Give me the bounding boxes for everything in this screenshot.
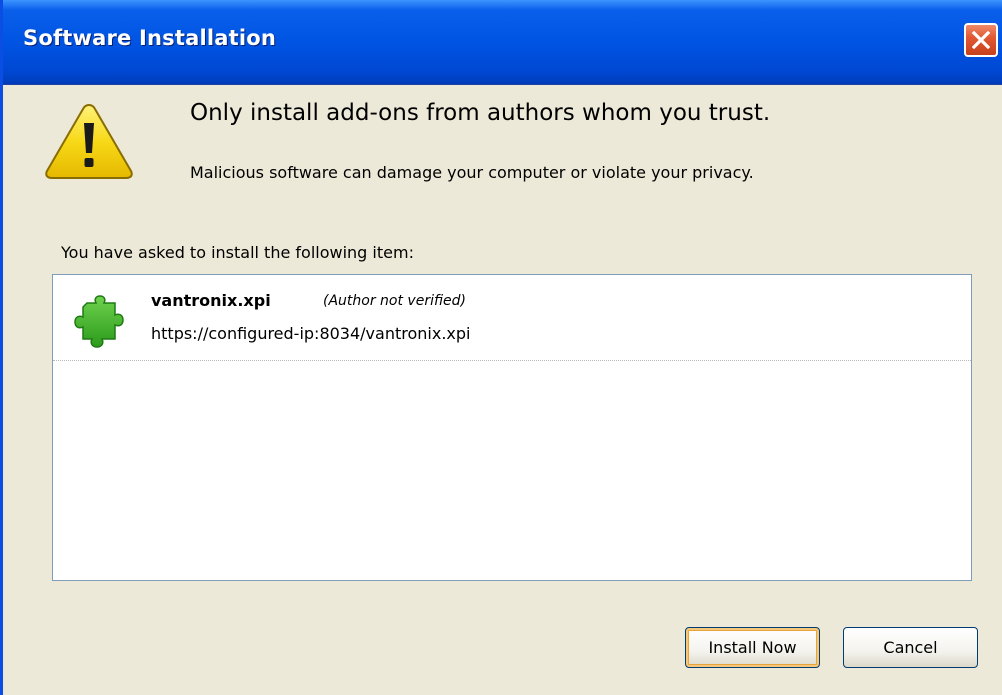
title-bar[interactable]: Software Installation — [3, 0, 1002, 85]
warning-heading: Only install add-ons from authors whom y… — [190, 100, 771, 126]
install-list-caption: You have asked to install the following … — [61, 243, 414, 262]
list-item[interactable]: vantronix.xpi (Author not verified) http… — [53, 275, 971, 361]
item-url: https://configured-ip:8034/vantronix.xpi — [151, 324, 471, 343]
software-installation-dialog: Software Installation Only install add-o… — [0, 0, 1002, 695]
cancel-button[interactable]: Cancel — [843, 627, 978, 668]
window-title: Software Installation — [23, 26, 277, 50]
install-items-list[interactable]: vantronix.xpi (Author not verified) http… — [52, 274, 972, 581]
author-verification-note: (Author not verified) — [323, 293, 466, 309]
item-filename: vantronix.xpi — [151, 291, 271, 310]
close-icon — [972, 31, 990, 49]
puzzle-piece-icon — [74, 295, 124, 348]
warning-icon — [45, 103, 133, 179]
install-now-button[interactable]: Install Now — [685, 627, 820, 668]
close-button[interactable] — [964, 23, 998, 57]
warning-description: Malicious software can damage your compu… — [190, 163, 754, 182]
